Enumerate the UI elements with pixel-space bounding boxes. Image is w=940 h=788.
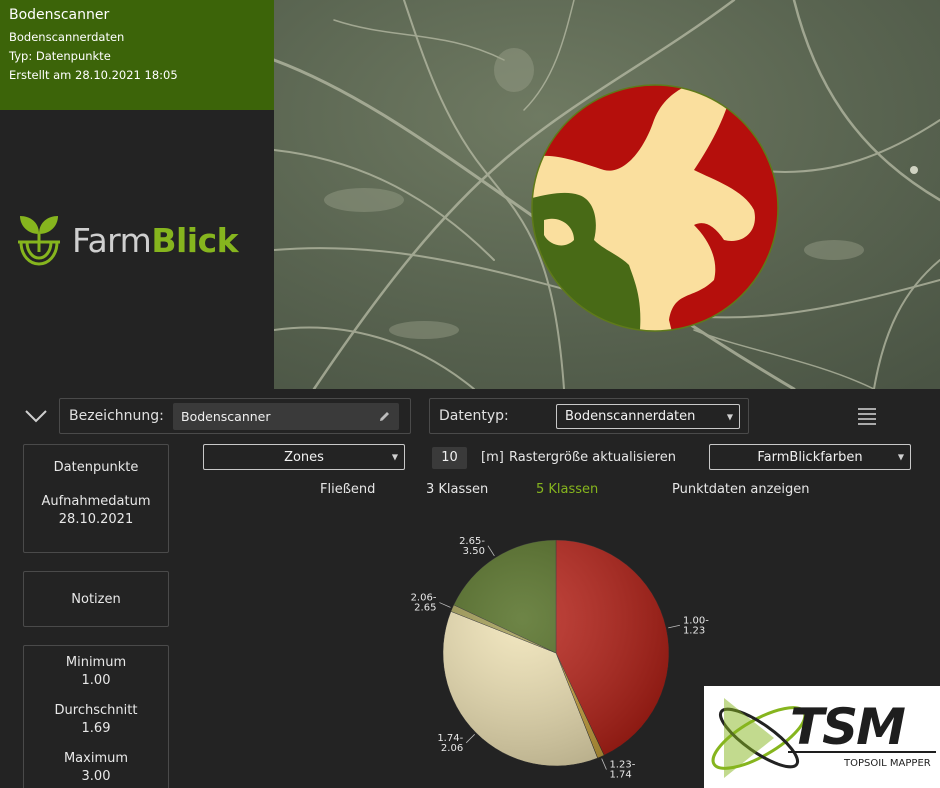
sprout-icon [18,216,60,266]
caret-down-icon: ▼ [897,452,904,462]
name-field-group: Bezeichnung: Bodenscanner [59,398,411,434]
color-scheme-value: FarmBlickfarben [757,449,863,465]
pie-label-2.06-2.65: 2.06-2.65 [411,593,437,614]
avg-label: Durchschnitt [54,703,138,718]
option-5-classes[interactable]: 5 Klassen [536,482,598,497]
raster-size-input[interactable]: 10 [432,447,467,469]
layer-created: Erstellt am 28.10.2021 18:05 [9,68,178,82]
type-field-group: Datentyp: Bodenscannerdaten ▼ [429,398,749,434]
pie-label-1.23-1.74: 1.23-1.74 [609,760,635,781]
logo-wordmark: FarmBlick [72,220,239,260]
min-value: 1.00 [81,673,111,688]
tsm-main: TSM [790,698,905,756]
datapoints-card: Datenpunkte Aufnahmedatum 28.10.2021 [23,444,169,553]
capture-date-value: 28.10.2021 [58,512,134,527]
datapoints-label: Datenpunkte [53,460,139,475]
min-label: Minimum [65,655,127,670]
raster-update-button[interactable]: Rastergröße aktualisieren [509,450,676,465]
statistics-card: Minimum 1.00 Durchschnitt 1.69 Maximum 3… [23,645,169,788]
type-select-value: Bodenscannerdaten [565,409,696,424]
pie-leader-line [487,545,495,557]
option-flowing[interactable]: Fließend [320,482,375,497]
pie-leader-line [465,734,475,744]
notes-button[interactable]: Notizen [23,571,169,627]
pie-leader-line [668,624,681,629]
zone-pie-chart: 1.00-1.23 1.23-1.74 1.74-2.06 2.06-2.65 2.65… [411,536,710,781]
zones-select-value: Zones [284,449,324,465]
name-label: Bezeichnung: [69,408,164,424]
hamburger-menu-icon[interactable] [858,408,876,425]
tsm-logo: TSM TOPSOIL MAPPER [704,686,940,788]
pie-label-1.74-2.06: 1.74-2.06 [437,733,463,754]
avg-value: 1.69 [81,721,111,736]
layer-subtitle: Bodenscannerdaten [9,30,125,44]
raster-unit: [m] [481,450,504,465]
logo-farm: Farm [72,220,152,260]
type-select[interactable]: Bodenscannerdaten ▼ [556,404,740,429]
chevron-down-icon[interactable] [23,404,49,428]
layer-type: Typ: Datenpunkte [9,49,111,63]
max-label: Maximum [63,751,129,766]
pie-leader-line [601,758,607,770]
logo-blick: Blick [151,220,239,260]
farmblick-logo: FarmBlick [16,212,239,268]
color-scheme-select[interactable]: FarmBlickfarben ▼ [709,444,911,470]
capture-date-label: Aufnahmedatum [41,494,151,509]
option-3-classes[interactable]: 3 Klassen [426,482,488,497]
option-show-points[interactable]: Punktdaten anzeigen [672,482,810,497]
type-label: Datentyp: [439,408,509,424]
info-panel: Bodenscanner Bodenscannerdaten Typ: Date… [0,0,274,110]
caret-down-icon: ▼ [726,412,733,421]
zones-select[interactable]: Zones ▼ [203,444,405,470]
name-input-value: Bodenscanner [181,409,271,424]
name-input[interactable]: Bodenscanner [173,403,399,430]
caret-down-icon: ▼ [391,452,398,462]
notes-label: Notizen [71,591,121,607]
max-value: 3.00 [81,769,111,784]
pie-label-1.00-1.23: 1.00-1.23 [683,615,709,636]
satellite-map[interactable] [274,0,940,389]
pencil-icon[interactable] [378,410,391,423]
pie-leader-line [439,602,451,608]
tsm-sub: TOPSOIL MAPPER [843,758,931,769]
layer-title: Bodenscanner [9,7,110,23]
pie-label-2.65-3.50: 2.65-3.50 [459,536,485,557]
